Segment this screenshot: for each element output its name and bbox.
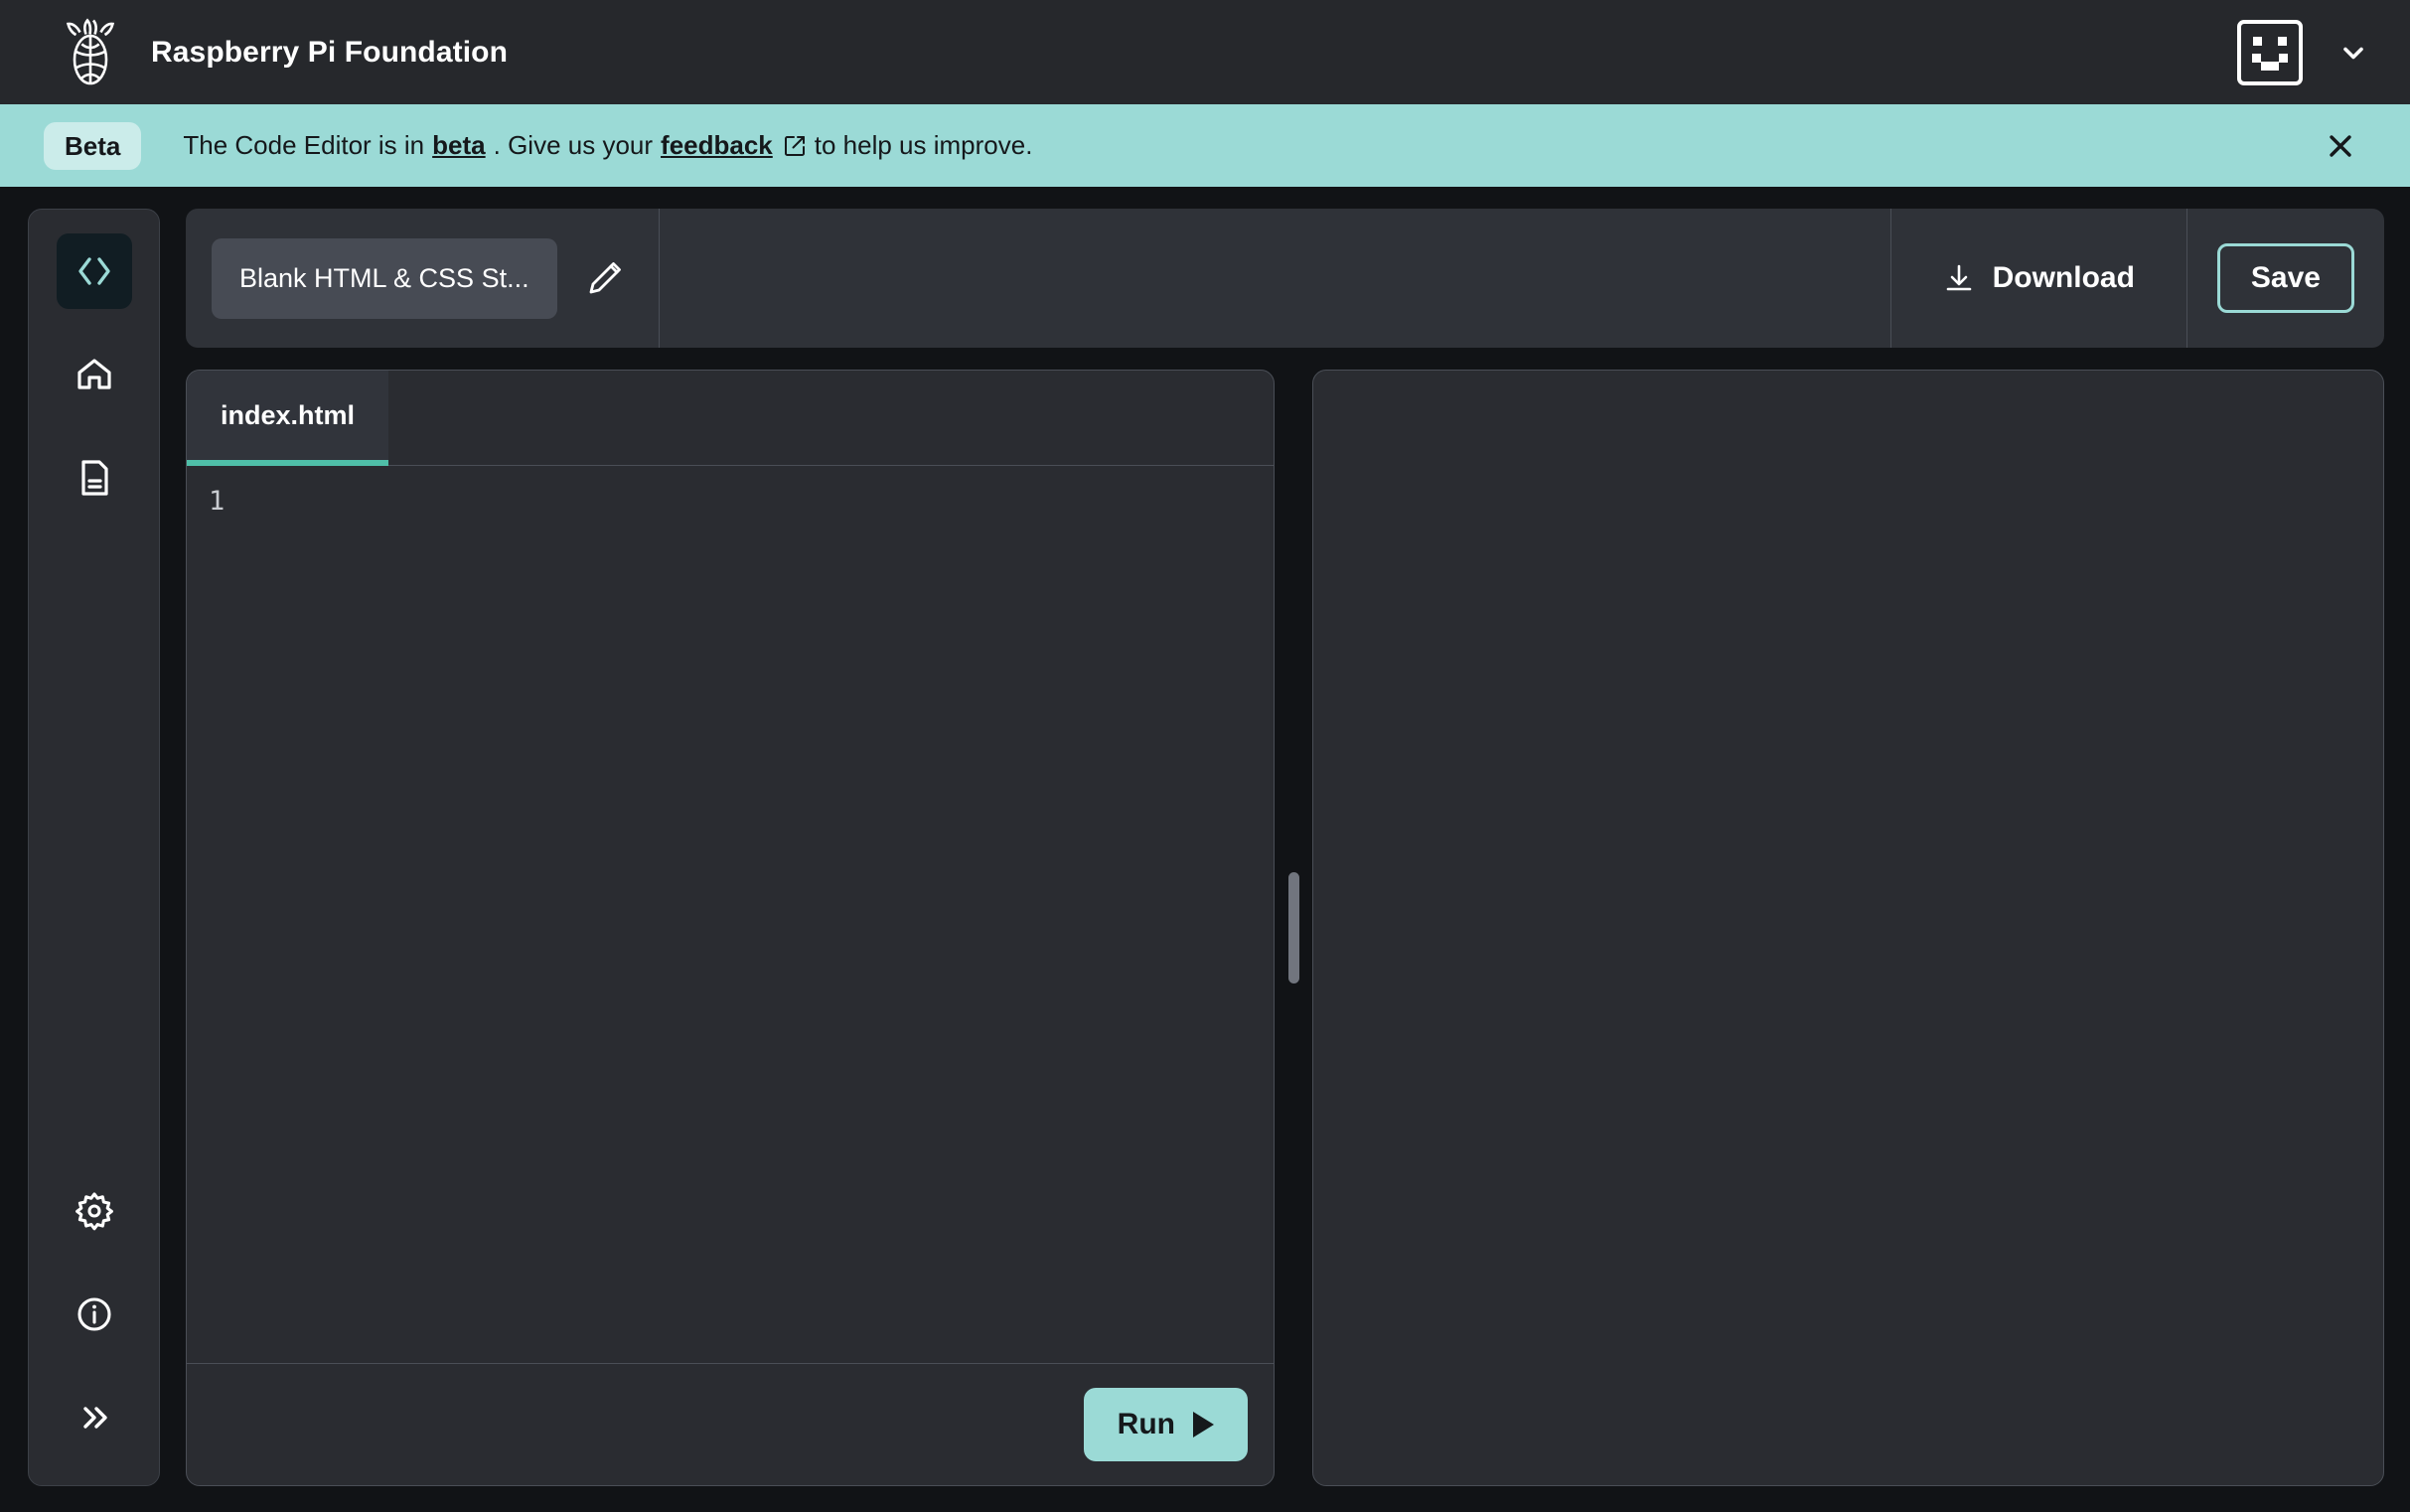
play-triangle-icon — [1193, 1412, 1214, 1437]
workspace: Blank HTML & CSS St... Download Save ind… — [0, 187, 2410, 1512]
gear-icon — [75, 1192, 113, 1231]
pane-resize-handle[interactable] — [1275, 370, 1312, 1486]
project-name-zone: Blank HTML & CSS St... — [186, 209, 660, 348]
sidebar-item-code-editor[interactable] — [56, 233, 132, 309]
code-brackets-icon — [77, 257, 110, 285]
download-button[interactable]: Download — [1891, 209, 2187, 348]
close-icon — [2330, 134, 2351, 157]
beta-badge: Beta — [44, 121, 142, 170]
raspberry-pi-logo-icon — [60, 17, 121, 87]
main-column: Blank HTML & CSS St... Download Save ind… — [186, 209, 2384, 1486]
sidebar-item-info[interactable] — [57, 1277, 132, 1352]
banner-text-before: The Code Editor is in — [183, 130, 425, 160]
toolbar-spacer — [660, 209, 1891, 348]
editor-pane: index.html 1 Run — [186, 370, 1275, 1486]
close-banner-button[interactable] — [2317, 122, 2364, 170]
banner-text-after: to help us improve. — [814, 130, 1033, 160]
editor-tabbar: index.html — [187, 371, 1274, 466]
line-number: 1 — [209, 486, 226, 517]
rename-project-button[interactable] — [577, 250, 633, 306]
document-icon — [80, 460, 108, 496]
editor-run-bar: Run — [187, 1364, 1274, 1485]
banner-text-emphasis: beta — [432, 130, 486, 160]
brand-title: Raspberry Pi Foundation — [151, 35, 509, 69]
download-label: Download — [1992, 261, 2135, 294]
double-chevron-right-icon — [82, 1407, 107, 1429]
pencil-icon — [589, 262, 621, 294]
project-name-input[interactable]: Blank HTML & CSS St... — [212, 237, 557, 319]
beta-banner-text: The Code Editor is in beta . Give us you… — [183, 130, 1032, 161]
sidebar-item-settings[interactable] — [57, 1173, 132, 1249]
save-zone: Save — [2187, 209, 2384, 348]
sidebar — [28, 209, 160, 1486]
tab-index-html[interactable]: index.html — [187, 371, 389, 466]
user-avatar[interactable] — [2237, 19, 2303, 85]
sidebar-item-file[interactable] — [57, 440, 132, 516]
app-header: Raspberry Pi Foundation — [0, 0, 2410, 104]
info-circle-icon — [76, 1297, 111, 1331]
tabbar-empty-space — [388, 371, 1274, 466]
home-icon — [76, 359, 111, 389]
download-icon — [1946, 264, 1971, 291]
run-label: Run — [1117, 1408, 1175, 1440]
feedback-link[interactable]: feedback — [661, 130, 773, 161]
code-editor-area[interactable]: 1 — [187, 466, 1274, 1364]
save-button[interactable]: Save — [2216, 243, 2354, 313]
panes-row: index.html 1 Run — [186, 370, 2384, 1486]
brand: Raspberry Pi Foundation — [60, 17, 509, 87]
chevron-down-icon[interactable] — [2336, 36, 2370, 70]
pane-resize-grip[interactable] — [1287, 872, 1299, 983]
external-link-icon — [783, 134, 807, 158]
sidebar-item-home[interactable] — [57, 337, 132, 412]
header-right-controls — [2237, 19, 2370, 85]
sidebar-item-expand[interactable] — [57, 1380, 132, 1455]
beta-banner: Beta The Code Editor is in beta . Give u… — [0, 104, 2410, 187]
banner-text-middle: . Give us your — [493, 130, 654, 160]
preview-pane — [1312, 370, 2384, 1486]
run-button[interactable]: Run — [1083, 1388, 1248, 1461]
project-toolbar: Blank HTML & CSS St... Download Save — [186, 209, 2384, 348]
